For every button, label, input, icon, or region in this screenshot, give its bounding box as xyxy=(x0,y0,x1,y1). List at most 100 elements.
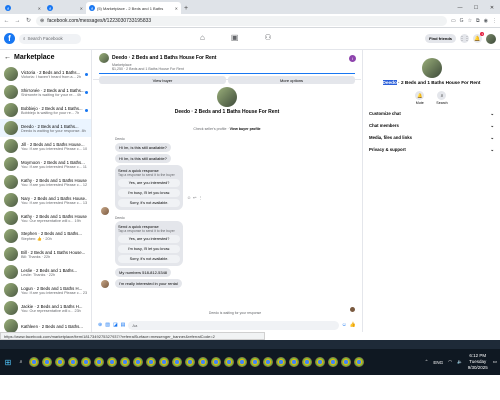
plus-icon[interactable]: ⊕ xyxy=(98,322,102,328)
wifi-icon[interactable]: ◠ xyxy=(448,359,452,365)
chrome-app-icon[interactable] xyxy=(185,357,195,367)
close-window-icon[interactable]: ✕ xyxy=(484,2,500,14)
info-icon[interactable]: i xyxy=(349,55,356,62)
home-icon[interactable]: ⌂ xyxy=(200,33,205,42)
customize-chat-section[interactable]: Customize chat ⌄ xyxy=(363,111,500,117)
view-buyer-profile-link[interactable]: View buyer profile xyxy=(230,127,261,131)
chrome-app-icon[interactable] xyxy=(302,357,312,367)
chrome-app-icon[interactable] xyxy=(328,357,338,367)
url-input[interactable]: ⊜ facebook.com/messages/t/122303073319583… xyxy=(36,15,447,26)
video-icon[interactable]: ▣ xyxy=(231,33,239,42)
conversation-item[interactable]: Logun · 2 Beds and 1 Baths H... You: If a… xyxy=(0,281,91,299)
conversation-item[interactable]: Deedo · 2 Beds and 1 Baths... Deedo is wa… xyxy=(0,119,91,137)
chrome-app-icon[interactable] xyxy=(276,357,286,367)
quick-reply-not-available[interactable]: Sorry, it's not available. xyxy=(118,199,180,207)
bookmark-star-icon[interactable]: ☆ xyxy=(468,18,472,24)
chrome-app-icon[interactable] xyxy=(263,357,273,367)
emoji-icon[interactable]: ☺ xyxy=(342,322,347,328)
browser-tab-active[interactable]: f (5) Marketplace - 2 Beds and 1 Baths ✕ xyxy=(86,2,181,14)
like-icon[interactable]: 👍 xyxy=(350,322,356,328)
sticker-icon[interactable]: ◪ xyxy=(113,322,118,328)
chrome-app-icon[interactable] xyxy=(94,357,104,367)
image-icon[interactable]: ▨ xyxy=(105,322,110,328)
chrome-app-icon[interactable] xyxy=(211,357,221,367)
chrome-app-icon[interactable] xyxy=(120,357,130,367)
chrome-app-icon[interactable] xyxy=(224,357,234,367)
facebook-logo-icon[interactable]: f xyxy=(4,33,15,44)
translate-icon[interactable]: G xyxy=(460,18,464,24)
quick-reply-yes[interactable]: Yes, are you interested? xyxy=(118,179,180,187)
close-tab-icon[interactable]: ✕ xyxy=(38,6,41,11)
menu-grid-icon[interactable]: ⋮⋮ xyxy=(460,34,470,43)
chrome-app-icon[interactable] xyxy=(159,357,169,367)
chrome-app-icon[interactable] xyxy=(341,357,351,367)
profile-icon[interactable]: ◉ xyxy=(484,18,488,24)
quick-reply-yes[interactable]: Yes, are you interested? xyxy=(118,235,180,243)
account-avatar[interactable] xyxy=(486,33,496,44)
chrome-app-icon[interactable] xyxy=(198,357,208,367)
notifications-bell-icon[interactable]: 🔔 1 xyxy=(473,32,484,43)
notification-center-icon[interactable]: ▭ xyxy=(493,359,497,365)
minimize-icon[interactable]: — xyxy=(452,2,468,14)
chrome-app-icon[interactable] xyxy=(68,357,78,367)
close-tab-icon[interactable]: ✕ xyxy=(175,6,178,11)
site-info-icon[interactable]: ⊜ xyxy=(40,18,44,24)
conversation-item[interactable]: Nary · 2 Beds and 1 Baths House... You: I… xyxy=(0,191,91,209)
chat-title[interactable]: Deedo · 2 Beds and 1 Baths House For Ren… xyxy=(112,55,216,61)
chat-members-section[interactable]: Chat members ⌄ xyxy=(363,123,500,129)
chrome-app-icon[interactable] xyxy=(250,357,260,367)
conversation-item[interactable]: Bobbiejo · 2 Beds and 1 Baths... Bobbiejo… xyxy=(0,101,91,119)
conversation-item[interactable]: Leslie · 2 Beds and 1 Baths... Leslie: Th… xyxy=(0,263,91,281)
conversation-item[interactable]: Bill · 2 Beds and 1 Baths House... Bill: … xyxy=(0,245,91,263)
maximize-icon[interactable]: ☐ xyxy=(468,2,484,14)
conversation-item[interactable]: Kathy · 2 Beds and 1 Baths House... You: … xyxy=(0,209,91,227)
quick-reply-not-available[interactable]: Sorry, it's not available. xyxy=(118,255,180,263)
chrome-app-icon[interactable] xyxy=(146,357,156,367)
chrome-app-icon[interactable] xyxy=(354,357,364,367)
windows-start-icon[interactable]: ⊞ xyxy=(3,357,13,367)
media-files-section[interactable]: Media, files and links ⌄ xyxy=(363,135,500,141)
chrome-app-icon[interactable] xyxy=(289,357,299,367)
conversation-item[interactable]: Victoria · 2 Beds and 1 Baths... Victoria… xyxy=(0,65,91,83)
chevron-up-icon[interactable]: ⌃ xyxy=(425,359,429,365)
conversation-item[interactable]: Kathleen · 2 Beds and 1 Baths... xyxy=(0,317,91,332)
listing-thumbnail[interactable] xyxy=(99,53,109,63)
reply-icon[interactable]: ↩ xyxy=(193,195,196,200)
find-friends-button[interactable]: Find friends xyxy=(425,34,456,43)
mute-button[interactable]: 🔔 Mute xyxy=(415,91,425,105)
conversation-item[interactable]: Jill · 2 Beds and 1 Baths House... You: I… xyxy=(0,137,91,155)
browser-tab[interactable]: f ✕ xyxy=(44,2,86,14)
groups-icon[interactable]: ⚇ xyxy=(264,33,271,42)
facebook-search-input[interactable]: ⌕ Search Facebook xyxy=(19,33,81,44)
back-arrow-icon[interactable]: ← xyxy=(4,54,11,61)
forward-icon[interactable]: → xyxy=(14,18,21,24)
close-tab-icon[interactable]: ✕ xyxy=(80,6,83,11)
search-icon[interactable]: ⌕ xyxy=(16,357,26,367)
chrome-app-icon[interactable] xyxy=(315,357,325,367)
emoji-react-icon[interactable]: ☺ xyxy=(187,195,191,200)
language-indicator[interactable]: ENG xyxy=(433,360,443,365)
privacy-support-section[interactable]: Privacy & support ⌄ xyxy=(363,147,500,153)
quick-reply-busy[interactable]: I'm busy, I'll let you know. xyxy=(118,245,180,253)
new-tab-button[interactable]: + xyxy=(181,2,191,14)
message-input[interactable]: Aa xyxy=(128,320,339,330)
quick-reply-busy[interactable]: I'm busy, I'll let you know. xyxy=(118,189,180,197)
conversation-item[interactable]: Moymoon · 2 Beds and 1 Baths... You: If a… xyxy=(0,155,91,173)
conversation-item[interactable]: Shirronée · 2 Beds and 1 Baths... Shirron… xyxy=(0,83,91,101)
chrome-app-icon[interactable] xyxy=(172,357,182,367)
conversation-item[interactable]: Kathy · 2 Beds and 1 Baths House... You: … xyxy=(0,173,91,191)
chrome-app-icon[interactable] xyxy=(42,357,52,367)
chrome-app-icon[interactable] xyxy=(107,357,117,367)
chrome-app-icon[interactable] xyxy=(133,357,143,367)
menu-kebab-icon[interactable]: ⋮ xyxy=(492,18,497,24)
cast-icon[interactable]: ▭ xyxy=(451,18,456,24)
back-icon[interactable]: ← xyxy=(3,18,10,24)
conversation-item[interactable]: Jackie · 2 Beds and 1 Baths H... You: Our… xyxy=(0,299,91,317)
volume-icon[interactable]: 🔈 xyxy=(457,359,463,365)
browser-tab[interactable]: f ✕ xyxy=(2,2,44,14)
chrome-app-icon[interactable] xyxy=(81,357,91,367)
chrome-app-icon[interactable] xyxy=(55,357,65,367)
clock[interactable]: 6:12 PM Tuesday 9/30/2025 xyxy=(468,353,488,371)
extensions-icon[interactable]: ⧉ xyxy=(476,18,480,24)
more-icon[interactable]: ⋮ xyxy=(198,195,202,200)
